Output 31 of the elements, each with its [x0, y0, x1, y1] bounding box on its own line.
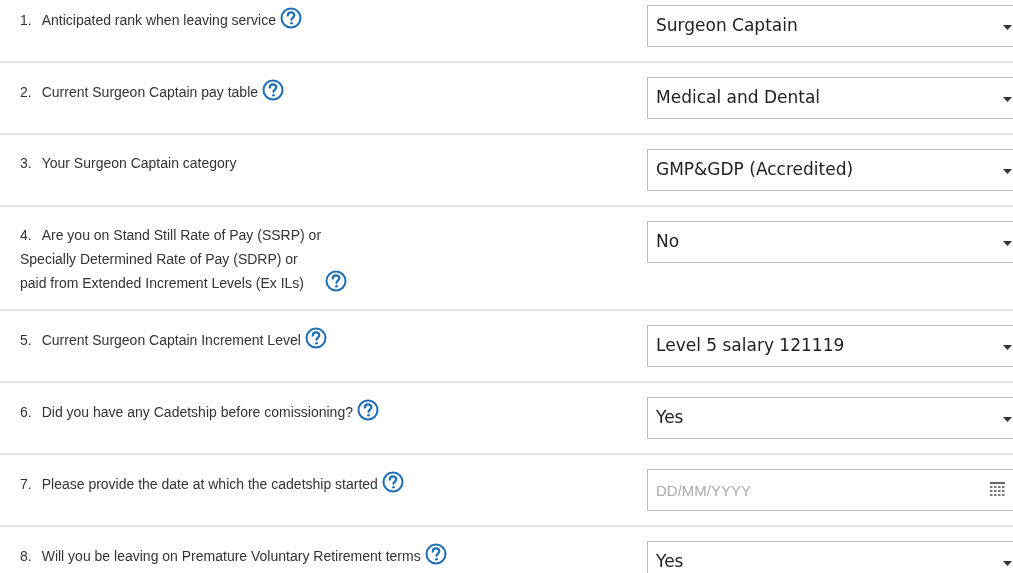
help-icon[interactable] — [262, 79, 285, 101]
dropdown[interactable]: Surgeon Captain — [647, 5, 1013, 47]
date-field[interactable]: DD/MM/YYYY — [647, 469, 1013, 511]
caret-icon — [1003, 561, 1012, 566]
dropdown[interactable]: Yes — [647, 541, 1013, 573]
dropdown[interactable]: Level 5 salary 121119 — [647, 325, 1013, 367]
question-text: 6. Did you have any Cadetship before comissioning? — [20, 403, 353, 422]
caret-icon — [1003, 417, 1012, 422]
caret-icon — [1003, 241, 1012, 246]
dropdown[interactable]: Yes — [647, 397, 1013, 439]
help-icon[interactable] — [381, 471, 404, 493]
help-icon[interactable] — [424, 543, 447, 565]
help-icon[interactable] — [279, 7, 302, 29]
caret-icon — [1003, 345, 1012, 350]
calendar-icon[interactable] — [990, 482, 1005, 496]
help-icon[interactable] — [304, 327, 327, 349]
dropdown[interactable]: Medical and Dental — [647, 77, 1013, 119]
help-icon[interactable] — [357, 399, 379, 421]
help-icon[interactable] — [325, 270, 348, 292]
caret-icon — [1003, 169, 1012, 174]
question-text: 3. Your Surgeon Captain category — [20, 154, 237, 173]
question-text: 5. Current Surgeon Captain Increment Level — [20, 331, 301, 350]
dropdown[interactable]: No — [647, 221, 1013, 263]
question-text: 7. Please provide the date at which the cadetship started — [20, 475, 378, 494]
question-text: 4. Are you on Stand Still Rate of Pay (SSRP) or Specially Determined Rate of Pay (SDRP) or paid from Extended Increment Levels (Ex ILs) — [20, 226, 322, 293]
dropdown[interactable]: GMP&GDP (Accredited) — [647, 149, 1013, 191]
question-text: 1. Anticipated rank when leaving service — [20, 11, 276, 30]
question-text: 2. Current Surgeon Captain pay table — [20, 83, 259, 102]
caret-icon — [1003, 97, 1012, 102]
question-text: 8. Will you be leaving on Premature Voluntary Retirement terms — [20, 547, 421, 566]
caret-icon — [1003, 25, 1012, 30]
